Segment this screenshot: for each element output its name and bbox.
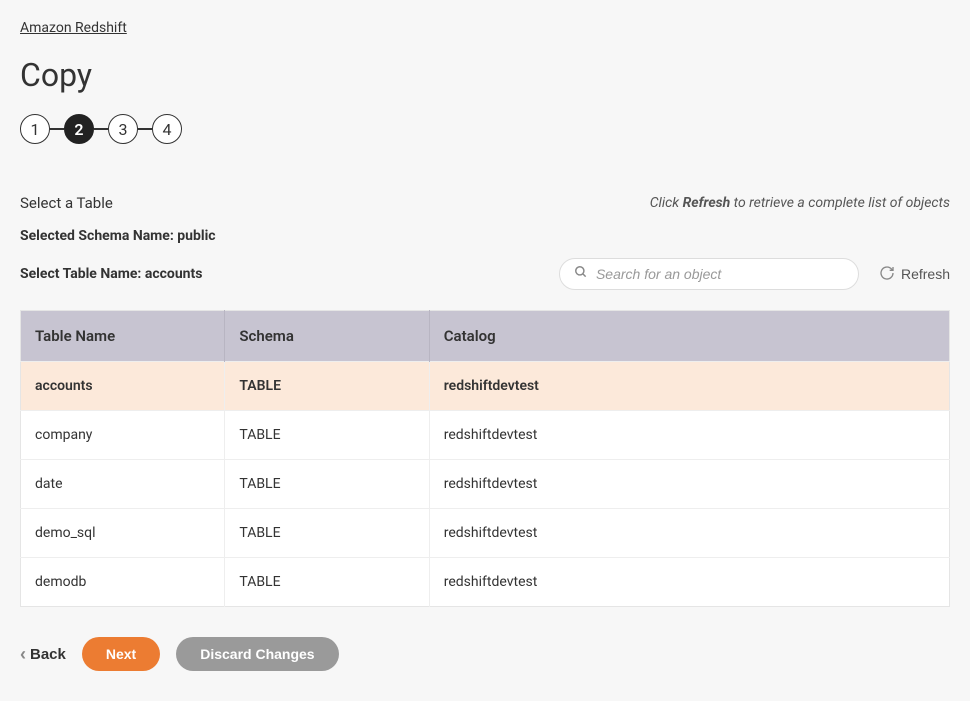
cell-catalog: redshiftdevtest xyxy=(429,362,949,411)
step-1[interactable]: 1 xyxy=(20,114,50,144)
table-row[interactable]: demodbTABLEredshiftdevtest xyxy=(21,558,950,607)
stepper: 1234 xyxy=(20,114,950,144)
refresh-button-label: Refresh xyxy=(901,266,950,282)
object-table: Table Name Schema Catalog accountsTABLEr… xyxy=(20,310,950,607)
select-table-label: Select a Table xyxy=(20,194,113,212)
cell-name: date xyxy=(21,460,225,509)
step-2[interactable]: 2 xyxy=(64,114,94,144)
step-connector xyxy=(50,128,64,130)
refresh-icon xyxy=(879,265,895,284)
search-box[interactable] xyxy=(559,258,859,290)
step-3[interactable]: 3 xyxy=(108,114,138,144)
cell-name: demodb xyxy=(21,558,225,607)
search-input[interactable] xyxy=(596,266,844,282)
select-table-name-line: Select Table Name: accounts xyxy=(20,266,202,282)
footer: Back Next Discard Changes xyxy=(20,637,950,671)
cell-catalog: redshiftdevtest xyxy=(429,411,949,460)
step-4[interactable]: 4 xyxy=(152,114,182,144)
table-row[interactable]: dateTABLEredshiftdevtest xyxy=(21,460,950,509)
col-header-name[interactable]: Table Name xyxy=(21,311,225,362)
next-button[interactable]: Next xyxy=(82,637,160,671)
refresh-button[interactable]: Refresh xyxy=(879,265,950,284)
refresh-hint-bold: Refresh xyxy=(683,195,731,211)
cell-schema: TABLE xyxy=(225,460,429,509)
table-row[interactable]: companyTABLEredshiftdevtest xyxy=(21,411,950,460)
cell-catalog: redshiftdevtest xyxy=(429,509,949,558)
refresh-hint-prefix: Click xyxy=(650,195,683,211)
table-row[interactable]: accountsTABLEredshiftdevtest xyxy=(21,362,950,411)
selected-schema-line: Selected Schema Name: public xyxy=(20,228,950,244)
step-connector xyxy=(138,128,152,130)
col-header-catalog[interactable]: Catalog xyxy=(429,311,949,362)
cell-name: company xyxy=(21,411,225,460)
table-row[interactable]: demo_sqlTABLEredshiftdevtest xyxy=(21,509,950,558)
col-header-schema[interactable]: Schema xyxy=(225,311,429,362)
cell-schema: TABLE xyxy=(225,362,429,411)
discard-button[interactable]: Discard Changes xyxy=(176,637,338,671)
page-title: Copy xyxy=(20,56,950,94)
search-icon xyxy=(574,265,588,283)
cell-catalog: redshiftdevtest xyxy=(429,558,949,607)
cell-catalog: redshiftdevtest xyxy=(429,460,949,509)
step-connector xyxy=(94,128,108,130)
cell-schema: TABLE xyxy=(225,558,429,607)
cell-name: demo_sql xyxy=(21,509,225,558)
refresh-hint-suffix: to retrieve a complete list of objects xyxy=(730,195,950,211)
back-button[interactable]: Back xyxy=(20,644,66,665)
breadcrumb[interactable]: Amazon Redshift xyxy=(20,20,127,36)
cell-schema: TABLE xyxy=(225,509,429,558)
cell-schema: TABLE xyxy=(225,411,429,460)
cell-name: accounts xyxy=(21,362,225,411)
refresh-hint: Click Refresh to retrieve a complete lis… xyxy=(650,195,950,211)
